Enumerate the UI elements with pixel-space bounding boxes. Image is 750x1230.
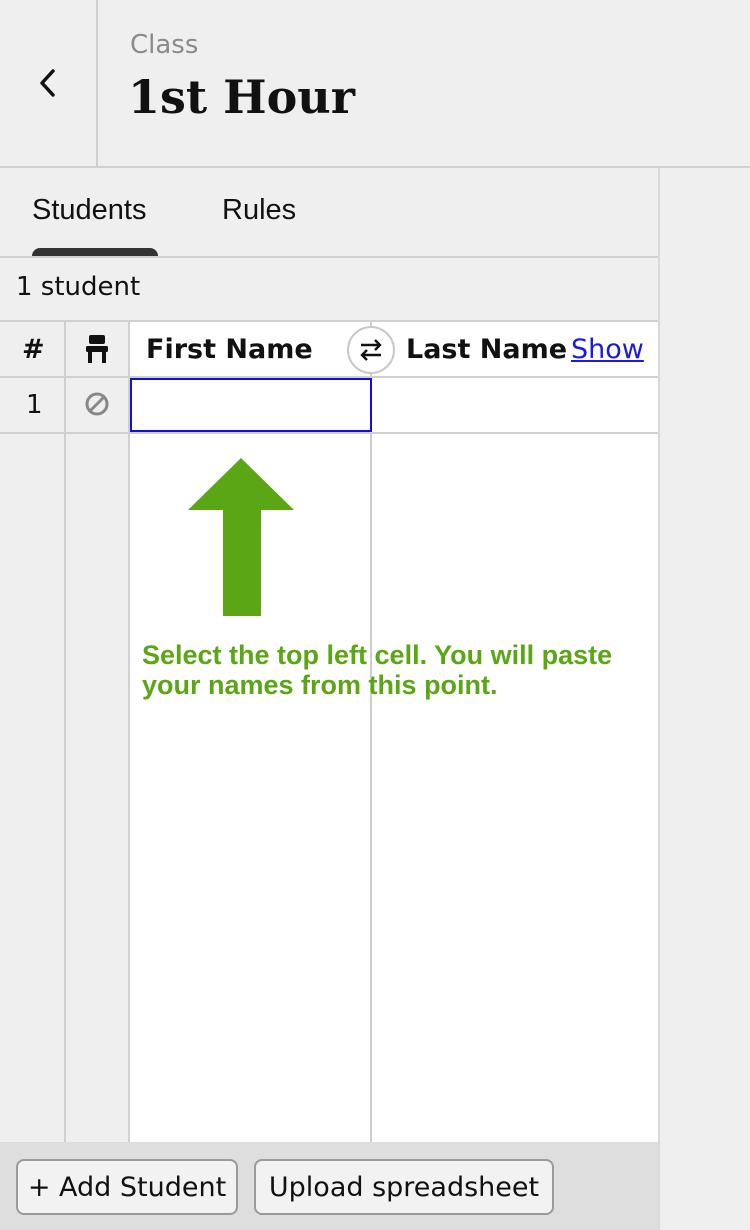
number-header: # <box>22 334 45 365</box>
last-name-header: Last Name <box>406 334 568 365</box>
chair-icon <box>86 335 108 363</box>
arrow-up-icon <box>188 458 294 620</box>
class-header: Class 1st Hour <box>0 0 750 168</box>
table-header-row: # First Name Last Name Show <box>0 322 658 378</box>
table-row: 1 <box>0 378 658 434</box>
back-button[interactable] <box>0 0 98 166</box>
footer-bar: + Add Student Upload spreadsheet <box>0 1142 658 1230</box>
no-entry-icon <box>85 392 109 416</box>
student-count-bar: 1 student <box>0 258 658 322</box>
first-name-cell-selected[interactable] <box>130 378 372 432</box>
swap-arrows-icon <box>360 339 382 361</box>
seat-column <box>66 322 130 1142</box>
upload-spreadsheet-button[interactable]: Upload spreadsheet <box>254 1159 554 1215</box>
active-tab-indicator <box>32 248 158 256</box>
right-gutter <box>658 168 750 1230</box>
paste-instruction: Select the top left cell. You will paste… <box>142 640 613 700</box>
student-grid: # First Name Last Name Show 1 <box>0 322 658 1142</box>
seat-header <box>84 334 110 371</box>
add-student-button[interactable]: + Add Student <box>16 1159 238 1215</box>
show-link[interactable]: Show <box>571 334 644 365</box>
last-name-column[interactable] <box>372 322 658 1142</box>
page-title: 1st Hour <box>128 70 355 124</box>
row-number: 1 <box>26 390 43 420</box>
first-name-header: First Name <box>146 334 313 365</box>
tab-students[interactable]: Students <box>32 194 146 227</box>
first-name-column[interactable] <box>130 322 372 1142</box>
row-seat[interactable] <box>84 391 110 421</box>
student-count: 1 student <box>16 272 141 302</box>
number-column <box>0 322 66 1142</box>
tab-rules[interactable]: Rules <box>222 194 296 227</box>
tab-bar: Students Rules <box>0 168 658 258</box>
header-subtitle: Class <box>130 30 199 60</box>
swap-columns-button[interactable] <box>347 326 395 374</box>
chevron-left-icon <box>40 69 55 97</box>
